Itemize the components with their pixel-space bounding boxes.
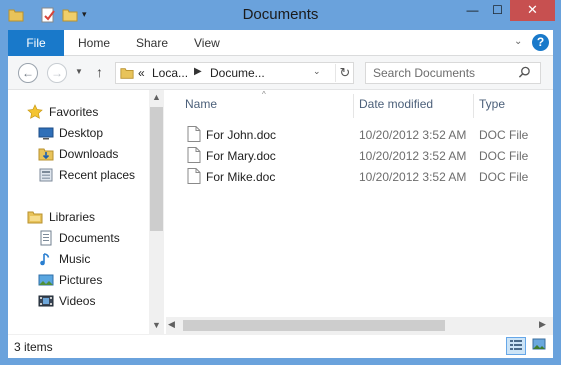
navigation-pane-scrollbar[interactable]: ▲ ▼ [149, 90, 164, 334]
scrollbar-thumb[interactable] [183, 320, 445, 331]
column-header-type[interactable]: Type [479, 97, 505, 117]
address-bar[interactable]: « Loca... ▶ Docume... ⌄ ↻ [115, 62, 354, 84]
file-list: ^ Name Date modified Type For John.doc 1… [166, 90, 553, 334]
column-header-date-modified[interactable]: Date modified [359, 97, 433, 117]
scroll-down-icon[interactable]: ▼ [149, 318, 164, 332]
document-file-icon [187, 126, 201, 145]
refresh-icon[interactable]: ↻ [335, 64, 354, 82]
search-icon[interactable] [518, 66, 531, 82]
content-area: Favorites Desktop Downloads Recent place… [8, 90, 553, 334]
forward-button[interactable]: → [47, 63, 67, 83]
sidebar-item-label: Recent places [59, 168, 136, 182]
sort-ascending-icon: ^ [262, 90, 266, 99]
details-view-icon [509, 340, 523, 355]
file-type: DOC File [479, 128, 529, 142]
document-file-icon [187, 168, 201, 187]
search-box[interactable]: Search Documents [365, 62, 541, 84]
sidebar-item-label: Desktop [59, 126, 104, 140]
recent-places-icon [38, 167, 54, 183]
tab-home[interactable]: Home [78, 30, 110, 56]
maximize-button[interactable]: ☐ [485, 0, 510, 21]
file-name: For Mary.doc [206, 149, 276, 163]
close-button[interactable]: ✕ [510, 0, 555, 21]
column-divider[interactable] [353, 94, 354, 118]
desktop-icon [38, 125, 54, 141]
file-row[interactable]: For Mary.doc 10/20/2012 3:52 AM DOC File [166, 145, 553, 166]
sidebar-group-label: Libraries [49, 210, 96, 224]
chevron-down-icon[interactable]: ⌄ [313, 66, 321, 77]
sidebar-item-label: Pictures [59, 273, 103, 287]
address-overflow[interactable]: « [138, 66, 145, 80]
file-row[interactable]: For John.doc 10/20/2012 3:52 AM DOC File [166, 124, 553, 145]
chevron-right-icon[interactable]: ▶ [194, 66, 202, 77]
up-arrow-icon[interactable]: ↑ [96, 64, 103, 80]
navigation-bar: ← → ▼ ↑ « Loca... ▶ Docume... ⌄ ↻ Search… [8, 56, 553, 90]
explorer-window: ▾ Documents — ☐ ✕ File Home Share View ⌄… [0, 0, 561, 365]
minimize-button[interactable]: — [460, 0, 485, 21]
sidebar-item-label: Videos [59, 294, 96, 308]
column-header-name[interactable]: Name [185, 97, 217, 117]
music-icon [38, 251, 54, 267]
file-list-horizontal-scrollbar[interactable]: ◀ ▶ [166, 317, 553, 334]
address-segment[interactable]: Loca... [152, 66, 188, 80]
pictures-icon [38, 272, 54, 288]
sidebar-group-label: Favorites [49, 105, 99, 119]
scroll-left-icon[interactable]: ◀ [168, 319, 175, 330]
ribbon-tabs: File Home Share View ⌄ ? [8, 30, 553, 56]
scrollbar-thumb[interactable] [150, 107, 163, 231]
tab-share[interactable]: Share [136, 30, 168, 56]
large-icons-view-button[interactable] [529, 337, 549, 355]
search-placeholder[interactable]: Search Documents [373, 66, 475, 80]
file-type: DOC File [479, 170, 529, 184]
downloads-icon [38, 146, 54, 162]
file-name: For John.doc [206, 128, 277, 142]
videos-icon [38, 293, 54, 309]
large-icons-view-icon [532, 338, 546, 354]
back-button[interactable]: ← [18, 63, 38, 83]
file-date-modified: 10/20/2012 3:52 AM [359, 149, 467, 163]
recent-locations-chevron-icon[interactable]: ▼ [75, 67, 83, 76]
sidebar-item-label: Downloads [59, 147, 119, 161]
file-date-modified: 10/20/2012 3:52 AM [359, 170, 467, 184]
file-row[interactable]: For Mike.doc 10/20/2012 3:52 AM DOC File [166, 166, 553, 187]
file-date-modified: 10/20/2012 3:52 AM [359, 128, 467, 142]
expand-ribbon-chevron-icon[interactable]: ⌄ [514, 36, 522, 47]
documents-icon [38, 230, 54, 246]
star-icon [27, 104, 43, 120]
scroll-up-icon[interactable]: ▲ [149, 90, 164, 104]
document-file-icon [187, 147, 201, 166]
libraries-icon [27, 209, 43, 225]
file-type: DOC File [479, 149, 529, 163]
help-icon[interactable]: ? [532, 34, 549, 51]
title-bar: ▾ Documents — ☐ ✕ [0, 0, 561, 30]
details-view-button[interactable] [506, 337, 526, 355]
file-name: For Mike.doc [206, 170, 276, 184]
tab-view[interactable]: View [194, 30, 220, 56]
sidebar-item-label: Documents [59, 231, 120, 245]
tab-file[interactable]: File [8, 30, 64, 56]
navigation-pane: Favorites Desktop Downloads Recent place… [8, 90, 164, 334]
address-segment[interactable]: Docume... [210, 66, 265, 80]
folder-icon [120, 66, 134, 83]
item-count: 3 items [14, 340, 53, 354]
column-divider[interactable] [473, 94, 474, 118]
status-bar: 3 items [8, 334, 553, 358]
scroll-right-icon[interactable]: ▶ [539, 319, 546, 330]
sidebar-item-label: Music [59, 252, 91, 266]
